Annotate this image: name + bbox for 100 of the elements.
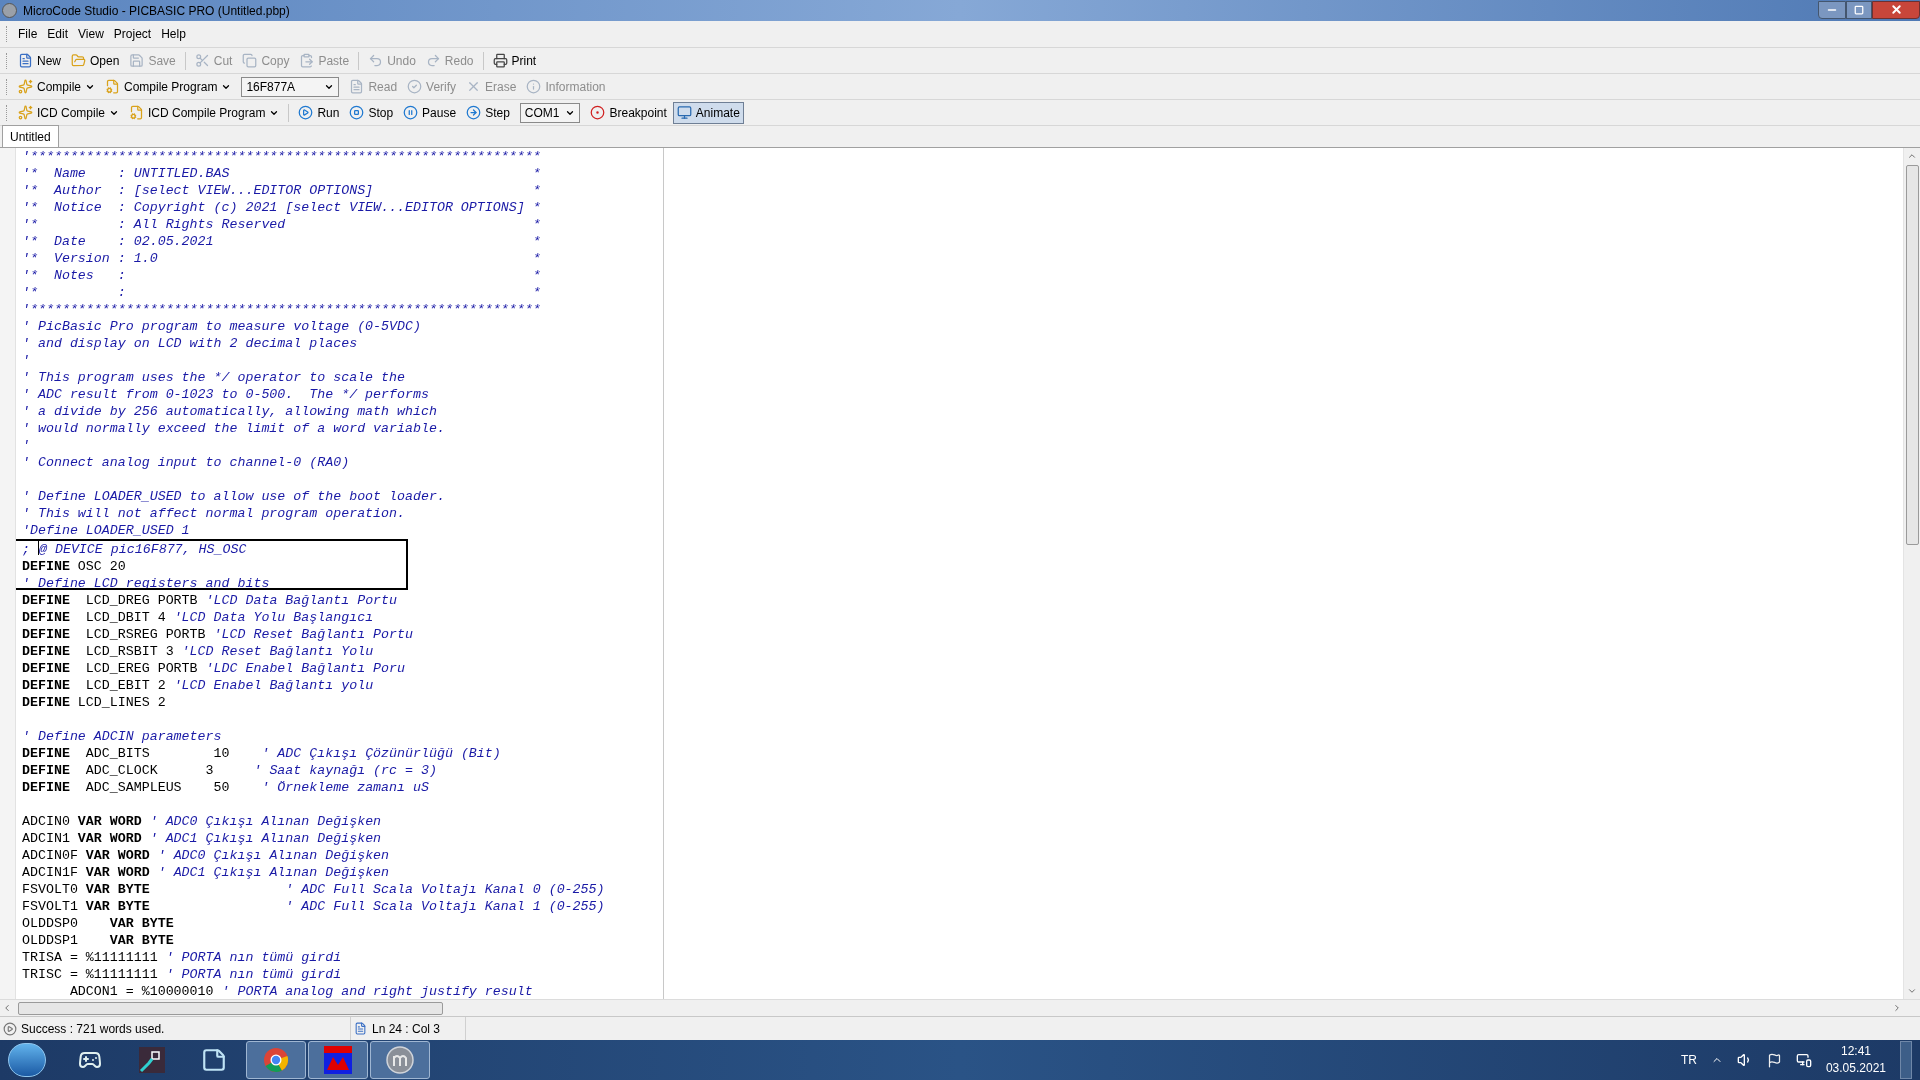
app-icon [2, 3, 17, 18]
toolbar-button[interactable]: Print [488, 49, 541, 72]
taskbar-app[interactable] [308, 1041, 368, 1079]
toolbar-button[interactable]: ICD Compile [14, 101, 123, 124]
horizontal-scrollbar[interactable] [0, 999, 1920, 1016]
restore-icon [1854, 4, 1864, 15]
scroll-right-icon[interactable] [1892, 1003, 1902, 1013]
code-line: ' [21, 352, 30, 369]
monitor-icon [676, 105, 692, 120]
restore-button[interactable] [1846, 0, 1872, 19]
code-line: '**************************************************************** [21, 301, 541, 318]
sparkle-icon [18, 105, 33, 120]
cursor-position: Ln 24 : Col 3 [372, 1020, 441, 1038]
toolbar-button[interactable]: Run [294, 101, 344, 124]
printer-icon [492, 53, 508, 68]
code-line: ' This will not affect normal program operation. [21, 505, 405, 522]
code-line: '* Name : UNTITLED.BAS * [21, 165, 541, 182]
code-line: TRISC = %11111111 ' PORTA nın tümü girdi [21, 966, 342, 983]
toolbar-button[interactable]: Compile [14, 75, 99, 98]
scroll-left-icon[interactable] [2, 1003, 12, 1013]
code-line: DEFINE ADC_BITS 10 ' ADC Çıkışı Çözünürlüğü (Bit) [21, 745, 501, 762]
close-icon [1889, 3, 1903, 16]
toolbar-button[interactable]: Stop [345, 101, 398, 124]
code-line: DEFINE ADC_SAMPLEUS 50 ' Örnekleme zamanı uS [21, 779, 429, 796]
code-line: ' Define ADCIN parameters [21, 728, 222, 745]
menu-item[interactable]: Edit [43, 25, 73, 43]
code-line: DEFINE LCD_RSBIT 3 'LCD Reset Bağlantı Yolu [21, 643, 374, 660]
flag-icon[interactable] [1766, 1052, 1782, 1068]
code-line: FSVOLT1 VAR BYTE ' ADC Full Scala Voltajı Kanal 1 (0-255) [21, 898, 605, 915]
toolbar-grip [6, 78, 9, 95]
device-dropdown[interactable]: COM1 [519, 102, 581, 123]
toolbar-grip [6, 52, 9, 69]
play-icon [298, 105, 314, 120]
toolbar-button[interactable]: Animate [672, 101, 744, 124]
code-line: ' a divide by 256 automatically, allowing math which [21, 403, 437, 420]
app-logo-icon [386, 1046, 414, 1074]
menu-item[interactable]: File [14, 25, 42, 43]
code-line: '**************************************************************** [21, 148, 541, 165]
code-line: ' Define LOADER_USED to allow use of the boot loader. [21, 488, 445, 505]
sparkle-icon [18, 79, 33, 94]
code-line: ' [21, 437, 30, 454]
code-line: DEFINE OSC 20 [21, 558, 126, 575]
code-line: '* Notice : Copyright (c) 2021 [select VIEW...EDITOR OPTIONS] * [21, 199, 541, 216]
redo-icon [425, 53, 441, 68]
scroll-up-icon[interactable] [1907, 151, 1917, 161]
network-icon[interactable] [1795, 1052, 1812, 1068]
scrollbar-thumb[interactable] [1905, 165, 1919, 545]
close-button[interactable] [1872, 0, 1920, 19]
save-icon [129, 53, 145, 68]
stop-icon [349, 105, 365, 120]
status-icon [3, 1021, 17, 1036]
file-gear-icon [105, 79, 120, 94]
menu-item[interactable]: Project [109, 25, 156, 43]
code-line: '* Version : 1.0 * [21, 250, 541, 267]
pause-icon [403, 105, 419, 120]
code-line: ADCIN0 VAR WORD ' ADC0 Çıkışı Alınan Değişken [21, 813, 382, 830]
file-gear-icon [129, 105, 144, 120]
code-line: ' would normally exceed the limit of a word variable. [21, 420, 445, 437]
toolbar-button[interactable]: Compile Program [101, 75, 236, 98]
toolbar-button[interactable]: Breakpoint [586, 101, 671, 124]
clock-time[interactable]: 12:41 [1840, 1043, 1871, 1060]
taskbar-app[interactable] [370, 1041, 430, 1079]
toolbar-button[interactable]: Open [67, 49, 124, 72]
undo-icon [368, 53, 384, 68]
toolbar-grip [6, 26, 9, 42]
minimize-button[interactable] [1818, 0, 1846, 19]
code-line: TRISA = %11111111 ' PORTA nın tümü girdi [21, 949, 342, 966]
code-line: DEFINE LCD_DBIT 4 'LCD Data Yolu Başlangıcı [21, 609, 374, 626]
menu-item[interactable]: View [74, 25, 108, 43]
code-line: DEFINE LCD_DREG PORTB 'LCD Data Bağlantı Portu [21, 592, 398, 609]
code-line: '* Notes : * [21, 267, 541, 284]
toolbar-button[interactable]: New [14, 49, 65, 72]
scrollbar-thumb[interactable] [18, 1001, 443, 1015]
code-line: 'Define LOADER_USED 1 [21, 522, 190, 539]
info-icon [526, 79, 542, 94]
status-message: Success : 721 words used. [21, 1020, 165, 1038]
code-line: ' Connect analog input to channel-0 (RA0) [21, 454, 350, 471]
toolbar-button[interactable]: Step [462, 101, 514, 124]
code-line: '* Author : [select VIEW...EDITOR OPTIONS] * [21, 182, 541, 199]
file-icon [349, 79, 365, 94]
new-file-icon [18, 53, 33, 68]
code-line: ' PicBasic Pro program to measure voltage (0-5VDC) [21, 318, 421, 335]
toolbar-button[interactable]: ICD Compile Program [125, 101, 284, 124]
scroll-down-icon[interactable] [1907, 986, 1917, 996]
clipboard-icon [299, 53, 315, 68]
toolbar-button[interactable]: Pause [399, 101, 461, 124]
code-line: ' This program uses the */ operator to scale the [21, 369, 405, 386]
code-line: OLDDSP1 VAR BYTE [21, 932, 174, 949]
clock-date[interactable]: 03.05.2021 [1825, 1060, 1886, 1077]
editor-tab[interactable]: Untitled [2, 125, 59, 147]
start-button[interactable] [8, 1043, 46, 1077]
document-icon [354, 1022, 367, 1035]
window-title: MicroCode Studio - PICBASIC PRO (Untitled.pbp) [23, 2, 290, 20]
vertical-scrollbar[interactable] [1903, 148, 1920, 999]
code-line: ADCIN1F VAR WORD ' ADC1 Çıkışı Alınan Değişken [21, 864, 390, 881]
code-line: DEFINE LCD_EBIT 2 'LCD Enabel Bağlantı yolu [21, 677, 374, 694]
device-dropdown[interactable]: 16F877A [241, 76, 340, 97]
menu-item[interactable]: Help [157, 25, 190, 43]
code-line: ADCON1 = %10000010 ' PORTA analog and right justify result [68, 983, 533, 999]
language-indicator[interactable]: TR [1680, 1051, 1697, 1069]
